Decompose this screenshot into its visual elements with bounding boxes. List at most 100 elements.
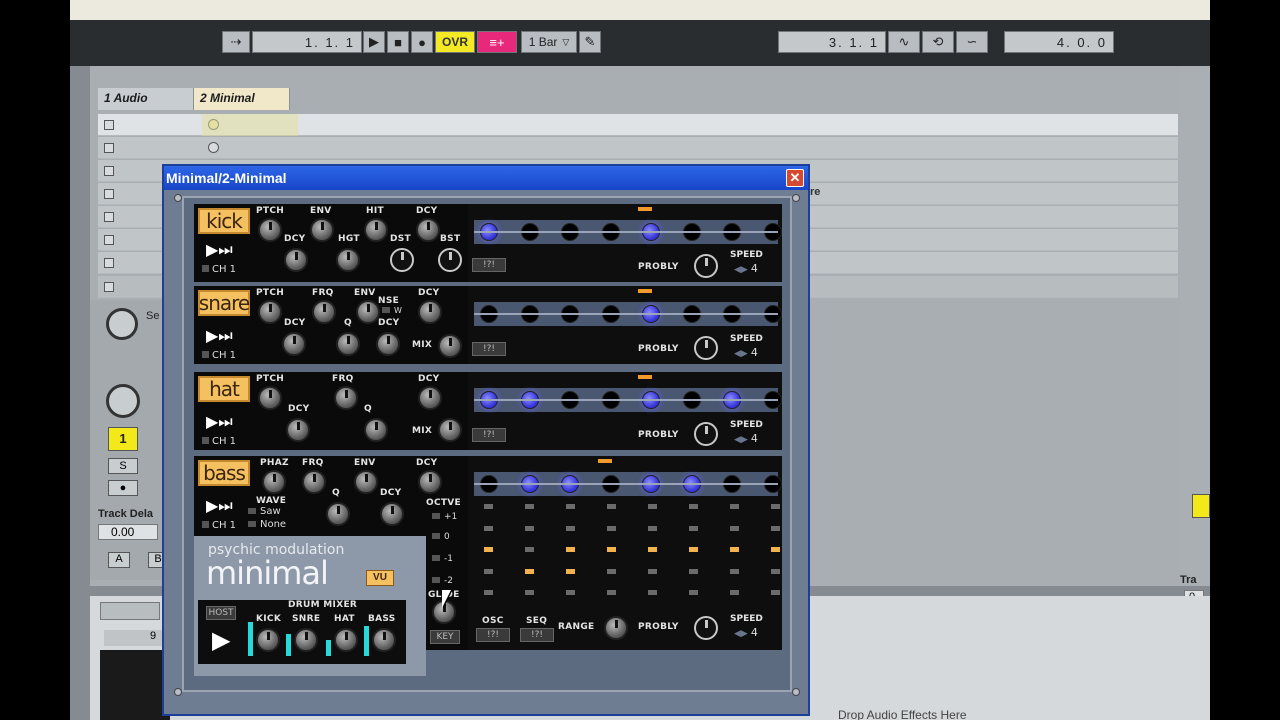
octave-cell[interactable] xyxy=(566,568,575,574)
step-button[interactable] xyxy=(723,391,741,409)
track-header-audio[interactable]: 1 Audio xyxy=(98,88,194,110)
device-title-bar[interactable] xyxy=(100,602,160,620)
midi-arrangement-icon[interactable]: ≡+ xyxy=(477,31,517,53)
randomize-button[interactable]: !?! xyxy=(472,258,506,272)
step-button[interactable] xyxy=(601,305,620,323)
bass-range-knob[interactable] xyxy=(604,616,628,640)
octave-cell[interactable] xyxy=(607,590,616,595)
octave-cell[interactable] xyxy=(566,590,575,595)
bass-button[interactable]: bass xyxy=(198,460,250,486)
clip-stop-icon[interactable] xyxy=(104,258,114,268)
step-button[interactable] xyxy=(723,305,741,323)
speed-selector[interactable]: ◀▶ 4 xyxy=(734,262,758,275)
octave-cell[interactable] xyxy=(689,525,698,531)
clip-stop-icon[interactable] xyxy=(104,189,114,199)
octave-minus1[interactable]: -1 xyxy=(432,554,453,564)
mixer-snare-knob[interactable] xyxy=(294,628,318,652)
pan-knob[interactable] xyxy=(106,384,140,418)
arm-button[interactable]: ● xyxy=(108,480,138,496)
quantize-dropdown[interactable]: 1 Bar ▽ xyxy=(521,31,577,53)
step-button[interactable] xyxy=(480,475,498,493)
play-skip-icon[interactable]: ▶⏭ xyxy=(206,326,233,346)
step-button[interactable] xyxy=(561,223,579,241)
octave-cell[interactable] xyxy=(771,547,780,552)
bass-freq-knob[interactable] xyxy=(302,470,326,494)
kick-pitch-knob[interactable] xyxy=(258,218,282,242)
clip-slot-row[interactable] xyxy=(98,137,1178,159)
kick-decay-knob[interactable] xyxy=(284,248,308,272)
octave-cell[interactable] xyxy=(525,504,534,509)
step-button[interactable] xyxy=(520,305,539,323)
octave-cell[interactable] xyxy=(689,504,698,509)
white-noise-toggle[interactable]: W xyxy=(382,306,402,315)
hat-freq-knob[interactable] xyxy=(334,386,358,410)
octave-cell[interactable] xyxy=(771,590,780,595)
key-button[interactable]: KEY xyxy=(430,630,460,644)
octave-cell[interactable] xyxy=(730,590,739,595)
channel-label[interactable]: CH 1 xyxy=(202,264,236,275)
kick-distortion-knob[interactable] xyxy=(390,248,414,272)
mixer-bass-knob[interactable] xyxy=(372,628,396,652)
kick-button[interactable]: kick xyxy=(198,208,250,234)
clip-stop-icon[interactable] xyxy=(104,143,114,153)
stop-icon[interactable]: ■ xyxy=(387,31,409,53)
octave-cell[interactable] xyxy=(525,525,534,531)
kick-height-knob[interactable] xyxy=(336,248,360,272)
track-activator-button[interactable]: 1 xyxy=(108,427,138,451)
close-button[interactable]: ✕ xyxy=(786,169,804,187)
pencil-icon[interactable]: ✎ xyxy=(579,31,601,53)
kick-env-knob[interactable] xyxy=(310,218,334,242)
octave-cell[interactable] xyxy=(730,547,739,552)
step-button[interactable] xyxy=(682,391,701,409)
channel-label[interactable]: CH 1 xyxy=(202,350,236,361)
play-skip-icon[interactable]: ▶⏭ xyxy=(206,240,233,260)
wave-saw-option[interactable]: Saw xyxy=(248,506,281,517)
speed-selector[interactable]: ◀▶ 4 xyxy=(734,626,758,639)
step-button[interactable] xyxy=(520,223,539,241)
overdub-button[interactable]: OVR xyxy=(435,31,475,53)
solo-button[interactable]: S xyxy=(108,458,138,474)
octave-cell[interactable] xyxy=(525,590,534,595)
bass-q-knob[interactable] xyxy=(326,502,350,526)
octave-cell[interactable] xyxy=(566,504,575,509)
bass-decay2-knob[interactable] xyxy=(418,470,442,494)
step-button[interactable] xyxy=(642,391,660,409)
step-button[interactable] xyxy=(682,223,701,241)
octave-cell[interactable] xyxy=(566,547,575,552)
step-button[interactable] xyxy=(682,475,701,493)
clip-stop-icon[interactable] xyxy=(104,166,114,176)
octave-cell[interactable] xyxy=(648,547,657,552)
kick-decay2-knob[interactable] xyxy=(416,218,440,242)
octave-cell[interactable] xyxy=(484,547,493,552)
octave-cell[interactable] xyxy=(607,547,616,552)
octave-cell[interactable] xyxy=(525,568,534,574)
song-position-display[interactable]: 1. 1. 1 xyxy=(252,31,362,53)
octave-cell[interactable] xyxy=(771,525,780,531)
channel-label[interactable]: CH 1 xyxy=(202,520,236,531)
snare-decay2-knob[interactable] xyxy=(376,332,400,356)
octave-cell[interactable] xyxy=(607,504,616,509)
octave-cell[interactable] xyxy=(484,525,493,531)
play-icon[interactable]: ▶ xyxy=(212,626,230,654)
play-icon[interactable]: ▶ xyxy=(363,31,385,53)
step-button[interactable] xyxy=(763,475,782,493)
send-a-knob[interactable] xyxy=(106,308,138,340)
hat-button[interactable]: hat xyxy=(198,376,250,402)
step-button[interactable] xyxy=(723,475,741,493)
step-button[interactable] xyxy=(642,223,660,241)
octave-cell[interactable] xyxy=(730,525,739,531)
track-activator-button[interactable] xyxy=(1192,494,1210,518)
hat-probability-knob[interactable] xyxy=(694,422,718,446)
octave-plus1[interactable]: +1 xyxy=(432,512,457,522)
step-button[interactable] xyxy=(480,391,498,409)
octave-cell[interactable] xyxy=(771,568,780,574)
step-button[interactable] xyxy=(763,391,782,409)
device-param[interactable]: 9 xyxy=(104,630,166,646)
step-button[interactable] xyxy=(480,305,498,323)
snare-decay3-knob[interactable] xyxy=(418,300,442,324)
clip-stop-icon[interactable] xyxy=(104,212,114,222)
randomize-button[interactable]: !?! xyxy=(472,342,506,356)
step-button[interactable] xyxy=(723,223,741,241)
step-button[interactable] xyxy=(520,391,539,409)
octave-cell[interactable] xyxy=(484,504,493,509)
